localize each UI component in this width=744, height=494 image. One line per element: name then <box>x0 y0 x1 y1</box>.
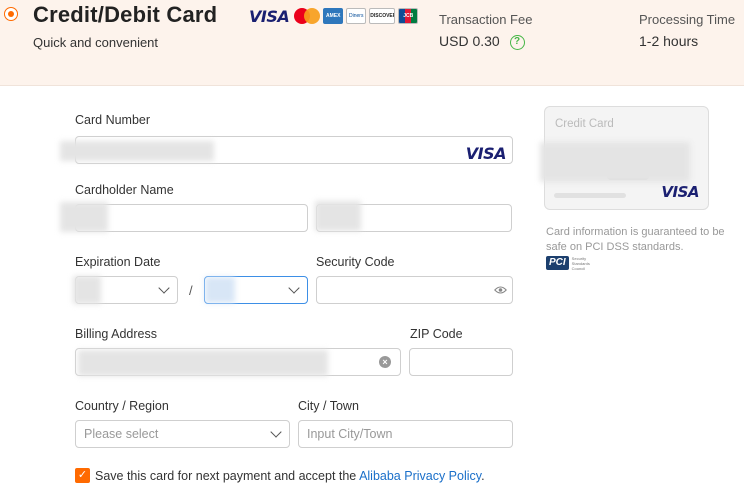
transaction-fee-row: USD 0.30 ? <box>439 33 525 50</box>
pci-badge-text: Security Standards Council <box>571 255 590 271</box>
transaction-fee-label: Transaction Fee <box>439 12 533 27</box>
redacted-card-preview-number <box>540 142 690 182</box>
save-card-text: Save this card for next payment and acce… <box>95 469 357 483</box>
diners-club-logo-icon: Diners Club <box>346 8 367 24</box>
discover-logo-icon: DISCOVER <box>369 8 396 24</box>
help-icon[interactable]: ? <box>509 34 525 50</box>
transaction-fee-value: USD 0.30 <box>439 33 500 49</box>
city-town-input[interactable]: Input City/Town <box>298 420 513 448</box>
payment-method-header[interactable]: Credit/Debit Card VISA AMEX Diners Club … <box>0 0 744 86</box>
jcb-logo-icon: JCB <box>398 8 419 24</box>
redacted-billing-address <box>78 350 328 376</box>
chevron-down-icon <box>288 282 300 294</box>
country-placeholder: Please select <box>84 427 159 441</box>
country-region-label: Country / Region <box>75 399 169 413</box>
visa-logo-icon: VISA <box>249 6 290 26</box>
processing-time-value: 1-2 hours <box>639 33 699 49</box>
city-town-label: City / Town <box>298 399 359 413</box>
chevron-down-icon <box>270 426 282 438</box>
zip-code-input[interactable] <box>409 348 513 376</box>
zip-code-label: ZIP Code <box>410 327 463 341</box>
card-preview-title: Credit Card <box>555 118 614 130</box>
redacted-expiration-year <box>205 277 235 303</box>
redacted-first-name <box>60 202 108 232</box>
country-region-select[interactable]: Please select <box>75 420 290 448</box>
mastercard-logo-icon <box>294 8 321 24</box>
city-placeholder: Input City/Town <box>307 427 393 441</box>
payment-method-radio[interactable] <box>4 7 18 21</box>
expiration-date-label: Expiration Date <box>75 255 161 269</box>
pci-dss-badge: PCI Security Standards Council <box>546 255 604 271</box>
eye-icon[interactable] <box>494 285 507 295</box>
consent-period: . <box>481 469 485 483</box>
redacted-last-name <box>315 201 361 231</box>
card-preview-placeholder <box>554 193 626 198</box>
pci-logo-icon: PCI <box>546 256 569 270</box>
billing-address-label: Billing Address <box>75 327 157 341</box>
security-info-line: Card information is guaranteed to be <box>546 226 725 238</box>
payment-method-title: Credit/Debit Card <box>33 2 218 27</box>
security-info-text: Card information is guaranteed to be saf… <box>546 225 744 255</box>
date-separator: / <box>189 283 193 298</box>
clear-icon[interactable]: × <box>379 356 391 368</box>
cardholder-name-label: Cardholder Name <box>75 183 174 197</box>
save-card-consent: Save this card for next payment and acce… <box>95 469 485 483</box>
card-number-label: Card Number <box>75 113 151 127</box>
amex-logo-icon: AMEX <box>323 8 344 24</box>
redacted-expiration-month <box>73 276 101 304</box>
security-code-input[interactable] <box>316 276 513 304</box>
visa-logo-icon: VISA <box>465 144 507 163</box>
security-code-label: Security Code <box>316 255 395 269</box>
security-info-line: safe on PCI DSS standards. <box>546 241 684 253</box>
first-name-input[interactable] <box>75 204 308 232</box>
payment-method-subtitle: Quick and convenient <box>33 35 159 50</box>
processing-time-label: Processing Time <box>639 12 736 27</box>
visa-logo-icon: VISA <box>661 183 699 201</box>
privacy-policy-link[interactable]: Alibaba Privacy Policy <box>359 469 481 483</box>
card-brand-logos: VISA AMEX Diners Club DISCOVER JCB <box>249 6 419 26</box>
chevron-down-icon <box>158 282 170 294</box>
save-card-checkbox[interactable]: ✓ <box>75 468 90 483</box>
redacted-card-number <box>60 141 214 161</box>
